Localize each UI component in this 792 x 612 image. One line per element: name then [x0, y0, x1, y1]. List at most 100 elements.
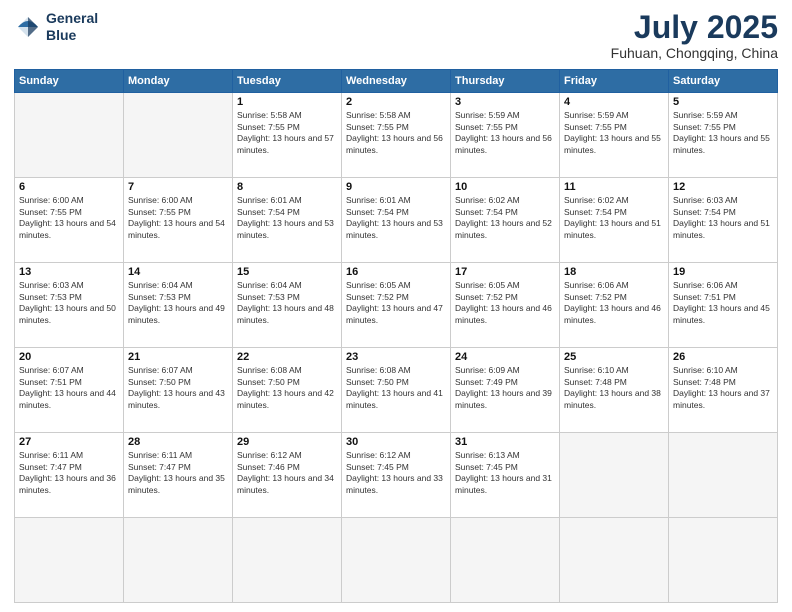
day-detail: Sunrise: 6:00 AMSunset: 7:55 PMDaylight:… [19, 195, 119, 241]
calendar-cell: 16 Sunrise: 6:05 AMSunset: 7:52 PMDayligh… [342, 263, 451, 348]
calendar-cell: 4Sunrise: 5:59 AMSunset: 7:55 PMDaylight… [560, 93, 669, 178]
day-number: 5 [673, 96, 773, 108]
calendar-cell: 20 Sunrise: 6:07 AMSunset: 7:51 PMDayligh… [15, 348, 124, 433]
day-detail: Sunrise: 6:10 AMSunset: 7:48 PMDaylight:… [564, 365, 664, 411]
logo-icon [14, 13, 42, 41]
day-detail: Sunrise: 6:05 AMSunset: 7:52 PMDaylight:… [346, 280, 446, 326]
day-number: 30 [346, 436, 446, 448]
day-number: 1 [237, 96, 337, 108]
day-number: 22 [237, 351, 337, 363]
calendar-cell: 5 Sunrise: 5:59 AMSunset: 7:55 PMDaylight… [669, 93, 778, 178]
logo-text: General Blue [46, 10, 98, 44]
day-number: 21 [128, 351, 228, 363]
header-tuesday: Tuesday [233, 70, 342, 93]
calendar-row: 27 Sunrise: 6:11 AMSunset: 7:47 PMDayligh… [15, 433, 778, 518]
day-detail: Sunrise: 6:01 AMSunset: 7:54 PMDaylight:… [346, 195, 446, 241]
logo: General Blue [14, 10, 98, 44]
day-detail: Sunrise: 6:13 AMSunset: 7:45 PMDaylight:… [455, 450, 555, 496]
day-number: 20 [19, 351, 119, 363]
calendar-cell: 8Sunrise: 6:01 AMSunset: 7:54 PMDaylight… [233, 178, 342, 263]
day-number: 9 [346, 181, 446, 193]
calendar-cell: 13Sunrise: 6:03 AMSunset: 7:53 PMDayligh… [15, 263, 124, 348]
day-detail: Sunrise: 5:59 AMSunset: 7:55 PMDaylight:… [455, 110, 555, 156]
header-friday: Friday [560, 70, 669, 93]
day-number: 24 [455, 351, 555, 363]
day-detail: Sunrise: 6:07 AMSunset: 7:51 PMDaylight:… [19, 365, 119, 411]
day-detail: Sunrise: 6:08 AMSunset: 7:50 PMDaylight:… [346, 365, 446, 411]
calendar-cell: 22Sunrise: 6:08 AMSunset: 7:50 PMDayligh… [233, 348, 342, 433]
header-monday: Monday [124, 70, 233, 93]
day-detail: Sunrise: 6:06 AMSunset: 7:51 PMDaylight:… [673, 280, 773, 326]
calendar-cell: 25 Sunrise: 6:10 AMSunset: 7:48 PMDayligh… [560, 348, 669, 433]
page: General Blue July 2025 Fuhuan, Chongqing… [0, 0, 792, 612]
calendar-cell: 6 Sunrise: 6:00 AMSunset: 7:55 PMDaylight… [15, 178, 124, 263]
day-number: 14 [128, 266, 228, 278]
day-detail: Sunrise: 6:02 AMSunset: 7:54 PMDaylight:… [455, 195, 555, 241]
day-detail: Sunrise: 6:12 AMSunset: 7:45 PMDaylight:… [346, 450, 446, 496]
day-detail: Sunrise: 6:04 AMSunset: 7:53 PMDaylight:… [237, 280, 337, 326]
calendar-cell: 28 Sunrise: 6:11 AMSunset: 7:47 PMDayligh… [124, 433, 233, 518]
day-number: 27 [19, 436, 119, 448]
calendar-cell [451, 518, 560, 603]
day-number: 18 [564, 266, 664, 278]
calendar-cell: 15 Sunrise: 6:04 AMSunset: 7:53 PMDayligh… [233, 263, 342, 348]
day-number: 15 [237, 266, 337, 278]
calendar-cell: 24Sunrise: 6:09 AMSunset: 7:49 PMDayligh… [451, 348, 560, 433]
day-number: 13 [19, 266, 119, 278]
day-number: 25 [564, 351, 664, 363]
calendar-cell: 14Sunrise: 6:04 AMSunset: 7:53 PMDayligh… [124, 263, 233, 348]
day-number: 31 [455, 436, 555, 448]
calendar-cell: 12 Sunrise: 6:03 AMSunset: 7:54 PMDayligh… [669, 178, 778, 263]
calendar-cell [669, 433, 778, 518]
calendar-cell: 7Sunrise: 6:00 AMSunset: 7:55 PMDaylight… [124, 178, 233, 263]
calendar-cell: 30 Sunrise: 6:12 AMSunset: 7:45 PMDayligh… [342, 433, 451, 518]
calendar-cell [560, 433, 669, 518]
calendar-cell: 2 Sunrise: 5:58 AMSunset: 7:55 PMDaylight… [342, 93, 451, 178]
calendar-cell: 27Sunrise: 6:11 AMSunset: 7:47 PMDayligh… [15, 433, 124, 518]
day-number: 2 [346, 96, 446, 108]
day-detail: Sunrise: 5:59 AMSunset: 7:55 PMDaylight:… [673, 110, 773, 156]
day-detail: Sunrise: 6:11 AMSunset: 7:47 PMDaylight:… [128, 450, 228, 496]
day-detail: Sunrise: 6:03 AMSunset: 7:54 PMDaylight:… [673, 195, 773, 241]
day-number: 11 [564, 181, 664, 193]
day-number: 12 [673, 181, 773, 193]
day-number: 3 [455, 96, 555, 108]
header-saturday: Saturday [669, 70, 778, 93]
calendar-cell [124, 518, 233, 603]
calendar-cell [15, 93, 124, 178]
day-detail: Sunrise: 6:00 AMSunset: 7:55 PMDaylight:… [128, 195, 228, 241]
calendar-cell: 31 Sunrise: 6:13 AMSunset: 7:45 PMDayligh… [451, 433, 560, 518]
calendar-cell [124, 93, 233, 178]
day-detail: Sunrise: 6:10 AMSunset: 7:48 PMDaylight:… [673, 365, 773, 411]
calendar-cell [15, 518, 124, 603]
title-block: July 2025 Fuhuan, Chongqing, China [611, 10, 778, 61]
calendar-cell: 19 Sunrise: 6:06 AMSunset: 7:51 PMDayligh… [669, 263, 778, 348]
calendar-row: 1 Sunrise: 5:58 AMSunset: 7:55 PMDaylight… [15, 93, 778, 178]
calendar-cell [560, 518, 669, 603]
calendar-cell: 23 Sunrise: 6:08 AMSunset: 7:50 PMDayligh… [342, 348, 451, 433]
calendar-cell [342, 518, 451, 603]
month-year-title: July 2025 [611, 10, 778, 45]
day-number: 4 [564, 96, 664, 108]
day-number: 19 [673, 266, 773, 278]
day-number: 16 [346, 266, 446, 278]
day-detail: Sunrise: 6:01 AMSunset: 7:54 PMDaylight:… [237, 195, 337, 241]
day-detail: Sunrise: 5:58 AMSunset: 7:55 PMDaylight:… [237, 110, 337, 156]
day-detail: Sunrise: 6:12 AMSunset: 7:46 PMDaylight:… [237, 450, 337, 496]
header: General Blue July 2025 Fuhuan, Chongqing… [14, 10, 778, 61]
calendar-cell: 1 Sunrise: 5:58 AMSunset: 7:55 PMDaylight… [233, 93, 342, 178]
day-number: 23 [346, 351, 446, 363]
day-number: 29 [237, 436, 337, 448]
calendar-cell: 9 Sunrise: 6:01 AMSunset: 7:54 PMDaylight… [342, 178, 451, 263]
day-detail: Sunrise: 5:58 AMSunset: 7:55 PMDaylight:… [346, 110, 446, 156]
day-detail: Sunrise: 6:05 AMSunset: 7:52 PMDaylight:… [455, 280, 555, 326]
calendar-row: 6 Sunrise: 6:00 AMSunset: 7:55 PMDaylight… [15, 178, 778, 263]
day-number: 28 [128, 436, 228, 448]
calendar-row [15, 518, 778, 603]
day-number: 6 [19, 181, 119, 193]
calendar-cell: 21Sunrise: 6:07 AMSunset: 7:50 PMDayligh… [124, 348, 233, 433]
day-detail: Sunrise: 6:06 AMSunset: 7:52 PMDaylight:… [564, 280, 664, 326]
day-number: 10 [455, 181, 555, 193]
calendar-cell: 10 Sunrise: 6:02 AMSunset: 7:54 PMDayligh… [451, 178, 560, 263]
calendar-cell: 3 Sunrise: 5:59 AMSunset: 7:55 PMDaylight… [451, 93, 560, 178]
